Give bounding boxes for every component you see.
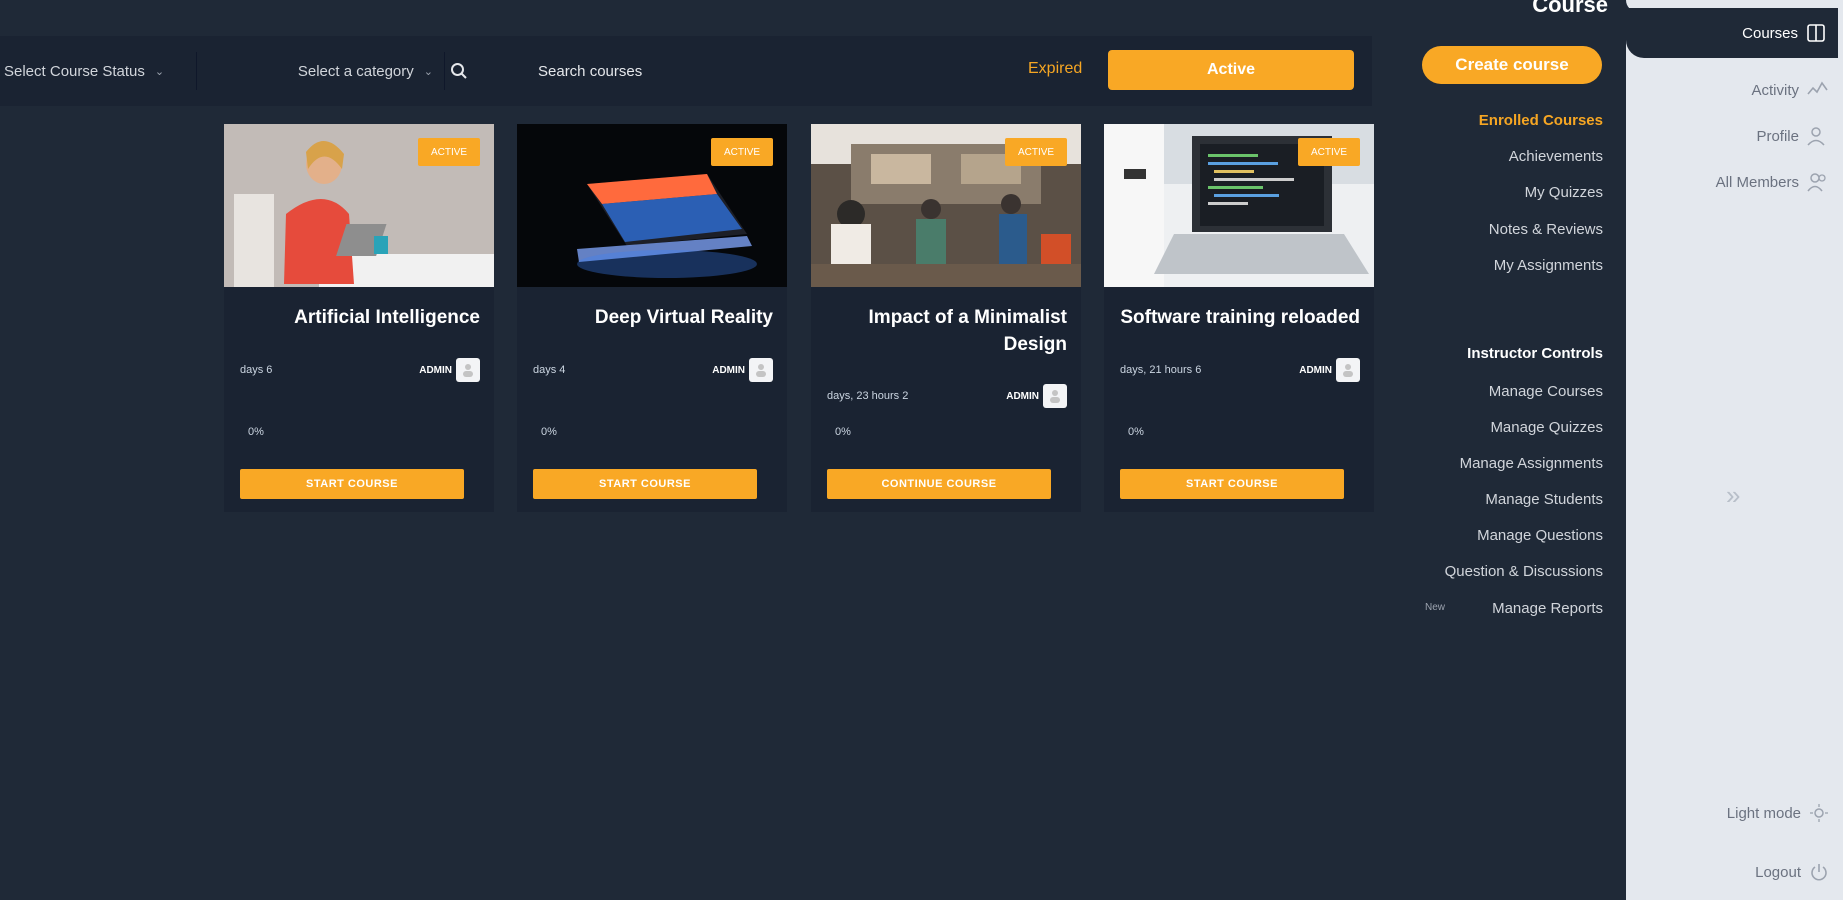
- filter-bar: Select Course Status ⌄ Select a category…: [0, 36, 1372, 106]
- users-icon: [1807, 172, 1829, 192]
- logout-button[interactable]: Logout: [1755, 862, 1829, 882]
- panel-item-all-members[interactable]: All Members: [1716, 172, 1829, 192]
- nav-item-enrolled-courses[interactable]: Enrolled Courses: [1479, 112, 1603, 129]
- status-badge: ACTIVE: [711, 138, 773, 166]
- avatar: [749, 358, 773, 382]
- course-card[interactable]: ACTIVE Software training reloaded days, …: [1104, 124, 1374, 512]
- course-meta: days 6 ADMIN: [240, 356, 480, 384]
- nav-item-achievements[interactable]: Achievements: [1509, 148, 1603, 165]
- course-meta: days 4 ADMIN: [533, 356, 773, 384]
- course-author: ADMIN: [419, 358, 480, 382]
- course-thumbnail[interactable]: ACTIVE: [811, 124, 1081, 287]
- activity-icon: [1807, 80, 1829, 100]
- start-course-button[interactable]: START COURSE: [1120, 469, 1344, 499]
- instructor-controls-heading: Instructor Controls: [1467, 345, 1603, 362]
- author-name: ADMIN: [1006, 390, 1039, 402]
- course-title[interactable]: Impact of a Minimalist Design: [827, 304, 1067, 358]
- status-badge: ACTIVE: [1005, 138, 1067, 166]
- nav-item-manage-reports[interactable]: Manage Reports: [1492, 600, 1603, 617]
- new-badge: New: [1425, 602, 1446, 613]
- nav-item-manage-questions[interactable]: Manage Questions: [1477, 527, 1603, 544]
- continue-course-button[interactable]: CONTINUE COURSE: [827, 469, 1051, 499]
- course-nav-column: [1398, 0, 1628, 900]
- author-name: ADMIN: [712, 364, 745, 376]
- course-duration: days, 21 hours 6: [1120, 364, 1202, 376]
- chevron-down-icon: ⌄: [423, 65, 433, 78]
- light-mode-toggle[interactable]: Light mode: [1727, 803, 1829, 823]
- author-name: ADMIN: [419, 364, 452, 376]
- course-author: ADMIN: [1006, 384, 1067, 408]
- collapse-chevron-icon[interactable]: »: [1726, 480, 1740, 511]
- status-badge: ACTIVE: [418, 138, 480, 166]
- panel-item-profile[interactable]: Profile: [1756, 126, 1829, 146]
- course-progress: 0%: [835, 426, 851, 438]
- page-title: Course: [1532, 0, 1608, 17]
- course-title[interactable]: Artificial Intelligence: [240, 304, 480, 331]
- courses-tab-label: Courses: [1742, 24, 1798, 42]
- nav-item-manage-courses[interactable]: Manage Courses: [1489, 383, 1603, 400]
- category-label: Select a category: [297, 62, 414, 80]
- panel-item-activity[interactable]: Activity: [1751, 80, 1829, 100]
- nav-item-notes-reviews[interactable]: Notes & Reviews: [1489, 221, 1603, 238]
- search-icon[interactable]: [450, 56, 468, 86]
- course-meta: days, 23 hours 2 ADMIN: [827, 382, 1067, 410]
- user-icon: [1807, 126, 1829, 146]
- course-duration: days, 23 hours 2: [827, 390, 909, 402]
- course-author: ADMIN: [712, 358, 773, 382]
- avatar: [1336, 358, 1360, 382]
- course-status-label: Select Course Status: [4, 62, 145, 80]
- course-progress: 0%: [248, 426, 264, 438]
- app-root: Select Course Status ⌄ Select a category…: [0, 0, 1843, 900]
- course-duration: days 6: [240, 364, 273, 376]
- status-badge: ACTIVE: [1298, 138, 1360, 166]
- logout-label: Logout: [1755, 863, 1801, 881]
- courses-tab[interactable]: Courses: [1626, 8, 1838, 58]
- course-progress: 0%: [541, 426, 557, 438]
- panel-item-label: Activity: [1751, 81, 1799, 99]
- create-course-button[interactable]: Create course: [1422, 46, 1602, 84]
- panel-item-label: Profile: [1756, 127, 1799, 145]
- light-mode-label: Light mode: [1726, 804, 1801, 822]
- course-card[interactable]: ACTIVE Artificial Intelligence days 6 AD…: [224, 124, 494, 512]
- search-box: [450, 53, 698, 89]
- search-input[interactable]: [538, 62, 698, 80]
- nav-item-my-quizzes[interactable]: My Quizzes: [1525, 184, 1603, 201]
- course-meta: days, 21 hours 6 ADMIN: [1120, 356, 1360, 384]
- nav-item-manage-quizzes[interactable]: Manage Quizzes: [1490, 419, 1603, 436]
- course-author: ADMIN: [1299, 358, 1360, 382]
- course-duration: days 4: [533, 364, 566, 376]
- avatar: [456, 358, 480, 382]
- nav-item-manage-students[interactable]: Manage Students: [1485, 491, 1603, 508]
- course-thumbnail[interactable]: ACTIVE: [1104, 124, 1374, 287]
- nav-item-manage-assignments[interactable]: Manage Assignments: [1460, 455, 1603, 472]
- avatar: [1043, 384, 1067, 408]
- chevron-down-icon: ⌄: [154, 65, 165, 78]
- power-icon: [1809, 862, 1829, 882]
- active-filter-button[interactable]: Active: [1108, 50, 1354, 90]
- course-title[interactable]: Software training reloaded: [1120, 304, 1360, 331]
- course-card[interactable]: ACTIVE Deep Virtual Reality days 4 ADMIN…: [517, 124, 787, 512]
- author-name: ADMIN: [1299, 364, 1332, 376]
- nav-item-question-discussions[interactable]: Question & Discussions: [1445, 563, 1603, 580]
- start-course-button[interactable]: START COURSE: [240, 469, 464, 499]
- sun-icon: [1809, 803, 1829, 823]
- nav-item-my-assignments[interactable]: My Assignments: [1494, 257, 1603, 274]
- course-status-select[interactable]: Select Course Status ⌄: [4, 56, 184, 86]
- expired-filter-link[interactable]: Expired: [1028, 60, 1082, 78]
- course-progress: 0%: [1128, 426, 1144, 438]
- start-course-button[interactable]: START COURSE: [533, 469, 757, 499]
- course-card[interactable]: ACTIVE Impact of a Minimalist Design day…: [811, 124, 1081, 512]
- course-title[interactable]: Deep Virtual Reality: [533, 304, 773, 331]
- panel-item-label: All Members: [1715, 173, 1799, 191]
- book-icon: [1806, 23, 1826, 43]
- course-thumbnail[interactable]: ACTIVE: [224, 124, 494, 287]
- divider: [444, 52, 445, 90]
- course-thumbnail[interactable]: ACTIVE: [517, 124, 787, 287]
- category-select[interactable]: Select a category ⌄: [197, 56, 437, 86]
